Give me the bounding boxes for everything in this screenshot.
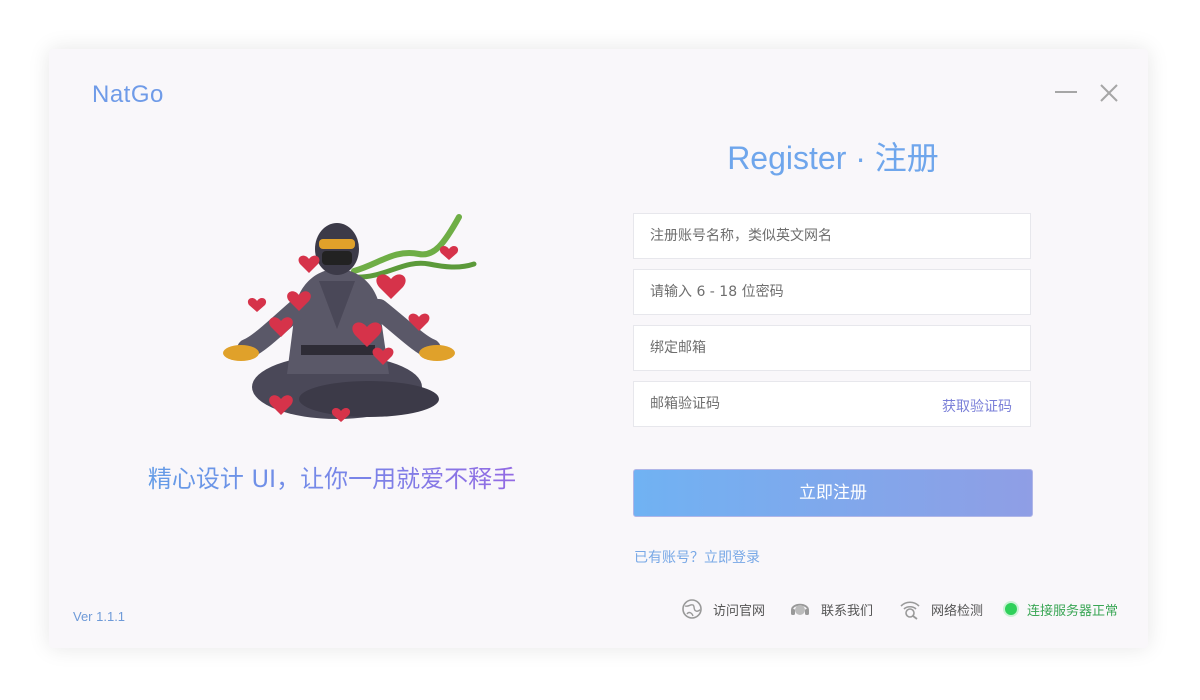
email-input[interactable] <box>634 326 1030 370</box>
footer-contact-label: 联系我们 <box>821 603 874 619</box>
wifi-search-icon <box>900 601 920 620</box>
footer-network-label: 网络检测 <box>931 603 984 619</box>
version-label: Ver 1.1.1 <box>73 609 126 624</box>
footer-network-link[interactable]: 网络检测 <box>899 599 984 620</box>
ninja-illustration <box>219 209 479 429</box>
close-icon[interactable] <box>1097 81 1121 105</box>
register-button[interactable]: 立即注册 <box>633 469 1033 517</box>
email-field-box <box>633 325 1031 371</box>
password-input[interactable] <box>634 270 1030 314</box>
register-window: NatGo 精心设计 UI，让你一用就爱不释手 Register · 注册 注册… <box>49 49 1148 648</box>
page-title: Register · 注册 <box>727 140 939 176</box>
minimize-icon[interactable] <box>1055 91 1079 94</box>
login-link[interactable]: 已有账号？立即登录 <box>634 547 760 567</box>
footer-website-link[interactable]: 访问官网 <box>681 599 765 619</box>
code-field-box: 获取验证码 <box>633 381 1031 427</box>
server-status-label: 连接服务器正常 <box>1027 603 1119 619</box>
server-status: 连接服务器正常 <box>1005 599 1118 619</box>
username-input[interactable] <box>634 214 1030 258</box>
status-dot-icon <box>1005 603 1017 615</box>
footer-contact-link[interactable]: 联系我们 <box>789 599 873 619</box>
headset-icon <box>791 603 809 615</box>
footer-website-label: 访问官网 <box>713 603 766 619</box>
globe-icon <box>682 599 702 619</box>
app-logo: NatGo <box>92 81 164 108</box>
password-field-box <box>633 269 1031 315</box>
tagline: 精心设计 UI，让你一用就爱不释手 <box>49 459 615 494</box>
get-code-button[interactable]: 获取验证码 <box>942 396 1012 416</box>
username-field-box <box>633 213 1031 259</box>
